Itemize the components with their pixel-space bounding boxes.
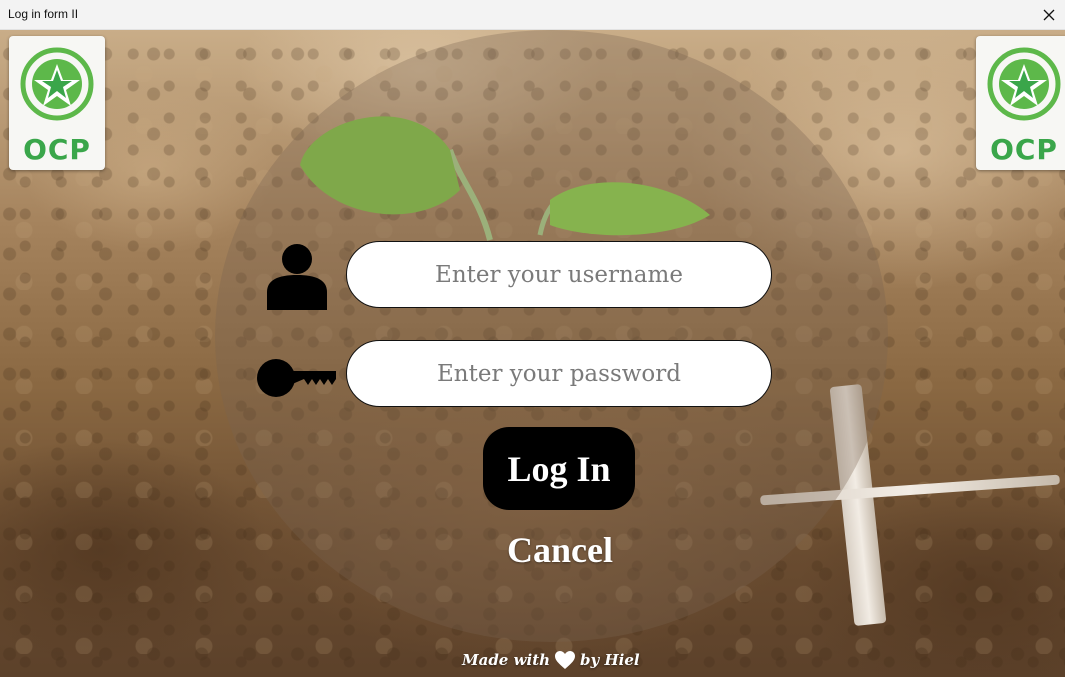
footer-credit: Made with by Hiel	[462, 647, 640, 673]
login-button[interactable]: Log In	[483, 427, 635, 510]
ocp-logo: OCP	[976, 36, 1065, 170]
window-title: Log in form II	[8, 7, 79, 21]
logo-text: OCP	[990, 133, 1058, 166]
key-icon	[257, 359, 336, 397]
ocp-logo: OCP	[9, 36, 105, 170]
title-bar: Log in form II	[0, 0, 1065, 30]
cancel-button[interactable]: Cancel	[495, 526, 625, 574]
user-icon	[267, 244, 327, 310]
password-input[interactable]	[346, 340, 772, 407]
username-input[interactable]	[346, 241, 772, 308]
ocp-star-logo-icon	[987, 47, 1061, 121]
sprout-leaves	[300, 116, 710, 241]
close-icon	[1043, 9, 1055, 21]
background-photo: OCP OCP Log In Cancel Made with by Hiel	[0, 30, 1065, 677]
heart-icon	[555, 651, 576, 669]
footer-author: by Hiel	[580, 651, 640, 669]
close-button[interactable]	[1033, 0, 1065, 30]
logo-text: OCP	[23, 133, 91, 166]
footer-made-with: Made with	[462, 651, 551, 669]
ocp-star-logo-icon	[20, 47, 94, 121]
